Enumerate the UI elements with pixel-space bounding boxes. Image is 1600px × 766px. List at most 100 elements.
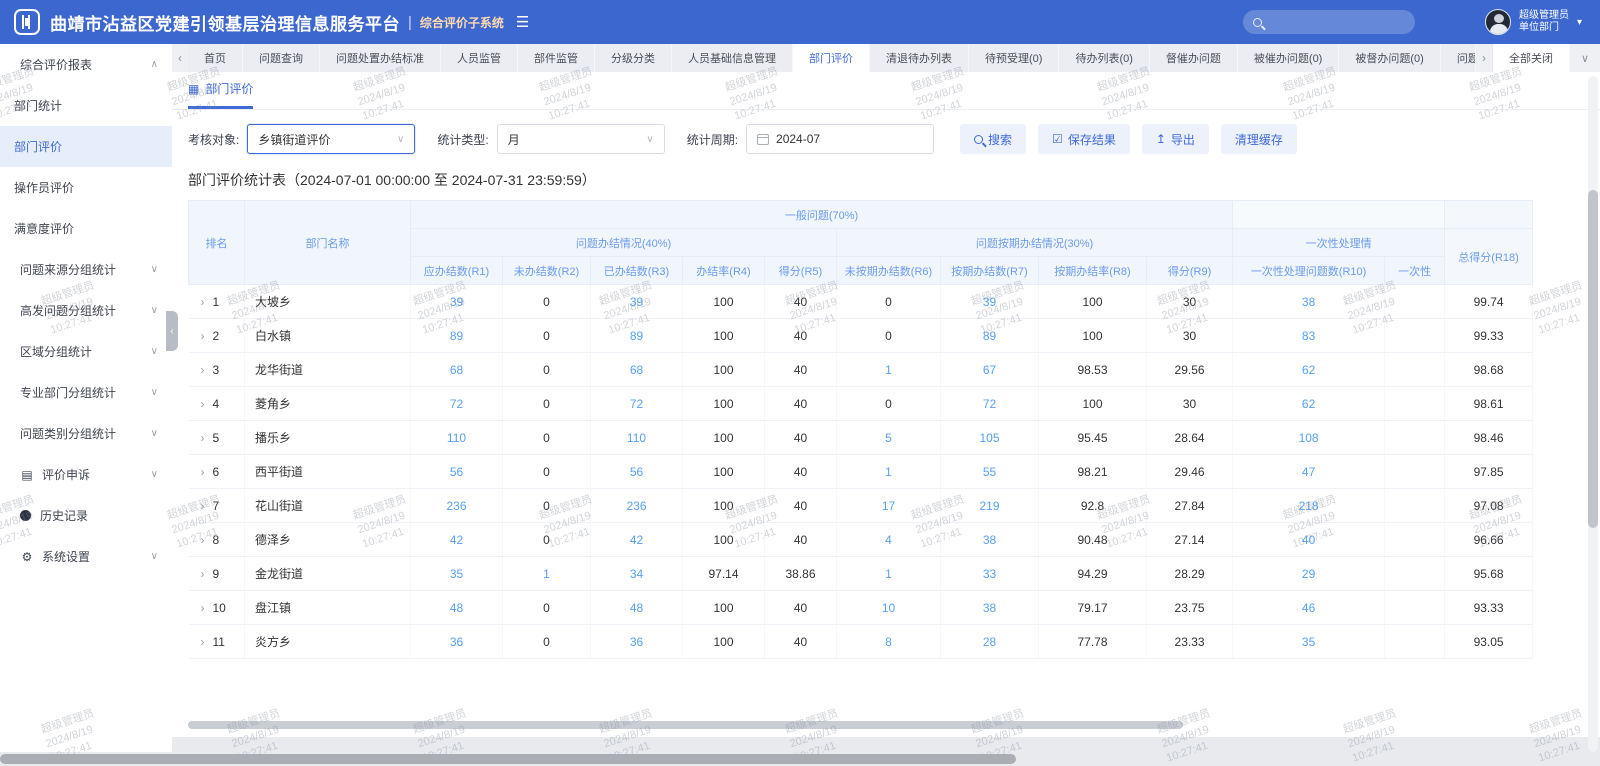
search-button[interactable]: 搜索 xyxy=(960,124,1026,154)
value-cell[interactable]: 1 xyxy=(503,557,591,591)
avatar[interactable] xyxy=(1485,9,1511,35)
assess-target-select[interactable]: 乡镇街道评价 ∨ xyxy=(247,124,415,154)
value-cell[interactable]: 89 xyxy=(411,319,503,353)
expand-row-icon[interactable]: › xyxy=(201,363,205,377)
value-cell[interactable]: 38 xyxy=(1233,285,1385,319)
tab-清退待办列表[interactable]: 清退待办列表 xyxy=(870,44,969,72)
tab-问题查询[interactable]: 问题查询 xyxy=(243,44,320,72)
sidebar-item-问题来源分组统计[interactable]: 问题来源分组统计∨ xyxy=(0,249,172,290)
expand-row-icon[interactable]: › xyxy=(201,533,205,547)
value-cell[interactable]: 62 xyxy=(1233,387,1385,421)
value-cell[interactable]: 110 xyxy=(411,421,503,455)
value-cell[interactable]: 236 xyxy=(411,489,503,523)
header-search-input[interactable] xyxy=(1243,10,1415,34)
sidebar-item-问题类别分组统计[interactable]: 问题类别分组统计∨ xyxy=(0,413,172,454)
value-cell[interactable]: 40 xyxy=(1233,523,1385,557)
page-tab-department-evaluation[interactable]: ▦ 部门评价 xyxy=(188,80,253,109)
value-cell[interactable]: 219 xyxy=(941,489,1039,523)
tab-问题处置办结标准[interactable]: 问题处置办结标准 xyxy=(320,44,441,72)
value-cell[interactable]: 28 xyxy=(941,625,1039,659)
value-cell[interactable]: 38 xyxy=(941,591,1039,625)
sidebar-item-操作员评价[interactable]: 操作员评价 xyxy=(0,167,172,208)
expand-row-icon[interactable]: › xyxy=(201,567,205,581)
value-cell[interactable]: 72 xyxy=(591,387,683,421)
tab-人员监管[interactable]: 人员监管 xyxy=(441,44,518,72)
value-cell[interactable]: 17 xyxy=(837,489,941,523)
value-cell[interactable]: 36 xyxy=(411,625,503,659)
value-cell[interactable]: 62 xyxy=(1233,353,1385,387)
sidebar-item-系统设置[interactable]: ⚙系统设置∨ xyxy=(0,536,172,577)
save-results-button[interactable]: ☑ 保存结果 xyxy=(1038,124,1130,154)
sidebar-item-历史记录[interactable]: 历史记录 xyxy=(0,495,172,536)
value-cell[interactable]: 1 xyxy=(837,353,941,387)
value-cell[interactable]: 38 xyxy=(941,523,1039,557)
value-cell[interactable]: 48 xyxy=(411,591,503,625)
user-info[interactable]: 超级管理员 单位部门 xyxy=(1519,10,1569,34)
tab-部门评价[interactable]: 部门评价 xyxy=(793,44,870,72)
value-cell[interactable]: 36 xyxy=(591,625,683,659)
stat-period-date-input[interactable]: 2024-07 xyxy=(746,124,934,154)
sidebar-item-满意度评价[interactable]: 满意度评价 xyxy=(0,208,172,249)
value-cell[interactable]: 4 xyxy=(837,523,941,557)
value-cell[interactable]: 218 xyxy=(1233,489,1385,523)
tab-人员基础信息管理[interactable]: 人员基础信息管理 xyxy=(672,44,793,72)
value-cell[interactable]: 68 xyxy=(591,353,683,387)
value-cell[interactable]: 34 xyxy=(591,557,683,591)
sidebar-item-部门统计[interactable]: 部门统计 xyxy=(0,85,172,126)
menu-icon[interactable]: ☰ xyxy=(516,13,529,31)
value-cell[interactable]: 39 xyxy=(591,285,683,319)
value-cell[interactable]: 8 xyxy=(837,625,941,659)
sidebar-item-区域分组统计[interactable]: 区域分组统计∨ xyxy=(0,331,172,372)
value-cell[interactable]: 236 xyxy=(591,489,683,523)
value-cell[interactable]: 5 xyxy=(837,421,941,455)
tab-options-caret-icon[interactable]: ∨ xyxy=(1570,44,1600,72)
value-cell[interactable]: 46 xyxy=(1233,591,1385,625)
export-button[interactable]: ↥ 导出 xyxy=(1142,124,1209,154)
page-vertical-scrollbar[interactable] xyxy=(1588,76,1598,752)
expand-row-icon[interactable]: › xyxy=(201,397,205,411)
expand-row-icon[interactable]: › xyxy=(201,635,205,649)
tab-首页[interactable]: 首页 xyxy=(188,44,243,72)
expand-row-icon[interactable]: › xyxy=(201,329,205,343)
value-cell[interactable]: 72 xyxy=(411,387,503,421)
value-cell[interactable]: 39 xyxy=(941,285,1039,319)
value-cell[interactable]: 56 xyxy=(591,455,683,489)
tab-部件监管[interactable]: 部件监管 xyxy=(518,44,595,72)
value-cell[interactable]: 1 xyxy=(837,557,941,591)
tab-问题[interactable]: 问题 xyxy=(1441,44,1476,72)
value-cell[interactable]: 68 xyxy=(411,353,503,387)
value-cell[interactable]: 33 xyxy=(941,557,1039,591)
sidebar-item-部门评价[interactable]: 部门评价 xyxy=(0,126,172,167)
tab-待预受理(0)[interactable]: 待预受理(0) xyxy=(969,44,1059,72)
page-vscroll-thumb[interactable] xyxy=(1588,190,1598,528)
table-hscroll-thumb[interactable] xyxy=(188,721,1183,729)
expand-row-icon[interactable]: › xyxy=(201,465,205,479)
tab-待办列表(0)[interactable]: 待办列表(0) xyxy=(1059,44,1149,72)
value-cell[interactable]: 108 xyxy=(1233,421,1385,455)
value-cell[interactable]: 56 xyxy=(411,455,503,489)
value-cell[interactable]: 55 xyxy=(941,455,1039,489)
expand-row-icon[interactable]: › xyxy=(201,431,205,445)
value-cell[interactable]: 35 xyxy=(1233,625,1385,659)
sidebar-collapse-handle[interactable]: ‹ xyxy=(166,311,178,351)
value-cell[interactable]: 10 xyxy=(837,591,941,625)
value-cell[interactable]: 89 xyxy=(941,319,1039,353)
value-cell[interactable]: 89 xyxy=(591,319,683,353)
expand-row-icon[interactable]: › xyxy=(201,499,205,513)
tab-督催办问题[interactable]: 督催办问题 xyxy=(1150,44,1238,72)
value-cell[interactable]: 83 xyxy=(1233,319,1385,353)
tab-scroll-left-icon[interactable]: ‹ xyxy=(172,44,188,72)
table-horizontal-scrollbar[interactable] xyxy=(188,721,1532,729)
value-cell[interactable]: 1 xyxy=(837,455,941,489)
value-cell[interactable]: 110 xyxy=(591,421,683,455)
tab-被催办问题(0)[interactable]: 被催办问题(0) xyxy=(1238,44,1339,72)
page-horizontal-scrollbar[interactable] xyxy=(0,754,1016,764)
close-all-tabs-button[interactable]: 全部关闭 xyxy=(1492,44,1570,72)
tab-分级分类[interactable]: 分级分类 xyxy=(595,44,672,72)
value-cell[interactable]: 105 xyxy=(941,421,1039,455)
sidebar-item-评价申诉[interactable]: ▤评价申诉∨ xyxy=(0,454,172,495)
sidebar-item-综合评价报表[interactable]: 综合评价报表∧ xyxy=(0,44,172,85)
sidebar-item-专业部门分组统计[interactable]: 专业部门分组统计∨ xyxy=(0,372,172,413)
user-caret-icon[interactable]: ▾ xyxy=(1577,17,1582,28)
stat-type-select[interactable]: 月 ∨ xyxy=(497,124,665,154)
